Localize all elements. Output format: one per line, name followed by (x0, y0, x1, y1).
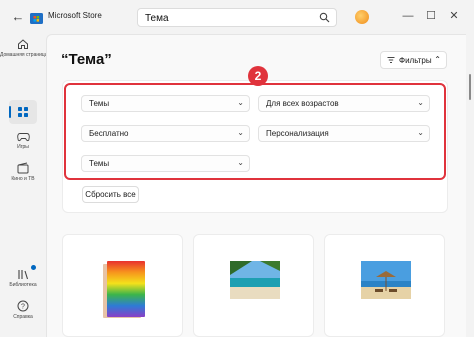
sidebar-item-help[interactable]: ? Справка (0, 300, 46, 320)
beach-theme-thumbnail (230, 261, 280, 299)
sidebar-item-label: Кино и ТВ (11, 176, 35, 182)
sidebar-item-library[interactable]: Библиотека (0, 268, 46, 288)
filters-label: Фильтры (399, 56, 432, 65)
app-title: Microsoft Store (48, 11, 102, 20)
avatar[interactable] (355, 10, 369, 24)
gamepad-icon (16, 133, 30, 142)
title-bar: ← Microsoft Store Тема — ☐ ✕ (0, 0, 474, 34)
scrollbar-thumb[interactable] (469, 74, 471, 100)
filter-icon (387, 57, 395, 63)
help-icon: ? (17, 300, 29, 312)
step-badge: 2 (248, 66, 268, 86)
home-icon (18, 39, 28, 49)
sidebar-item-home[interactable]: Домашняя страница (0, 38, 48, 58)
result-card[interactable] (62, 234, 183, 337)
svg-text:?: ? (21, 304, 25, 311)
chevron-up-icon: ⌃ (434, 55, 441, 64)
maximize-button[interactable]: ☐ (423, 8, 439, 24)
result-card[interactable] (193, 234, 314, 337)
back-button[interactable]: ← (10, 9, 26, 25)
reset-all-button[interactable]: Сбросить все (82, 186, 139, 203)
rainbow-theme-thumbnail (103, 261, 145, 318)
sidebar-item-label: Библиотека (9, 282, 37, 288)
minimize-button[interactable]: — (400, 8, 416, 24)
sidebar-item-label: Игры (17, 144, 29, 150)
search-value: Тема (145, 13, 169, 24)
filters-button[interactable]: Фильтры ⌃ (380, 51, 447, 69)
film-icon (17, 162, 29, 174)
sidebar-item-label: Справка (13, 314, 33, 320)
sidebar: Домашняя страница Игры Кино и ТВ Библиот… (0, 34, 48, 337)
library-update-badge (31, 265, 36, 270)
sidebar-item-apps[interactable] (0, 106, 46, 118)
sidebar-item-label: Домашняя страница (0, 52, 48, 58)
scrollbar[interactable] (466, 34, 474, 337)
apps-icon (18, 107, 28, 117)
result-card[interactable] (324, 234, 445, 337)
search-input[interactable]: Тема (137, 8, 337, 27)
sidebar-item-games[interactable]: Игры (0, 132, 46, 150)
search-icon[interactable] (319, 12, 330, 23)
close-button[interactable]: ✕ (446, 8, 462, 24)
store-logo-icon (30, 13, 43, 24)
annotation-highlight (64, 83, 446, 180)
seaside-theme-thumbnail (361, 261, 411, 299)
sidebar-item-movies[interactable]: Кино и ТВ (0, 162, 46, 182)
page-title: “Тема” (61, 51, 112, 68)
library-icon (18, 270, 29, 280)
